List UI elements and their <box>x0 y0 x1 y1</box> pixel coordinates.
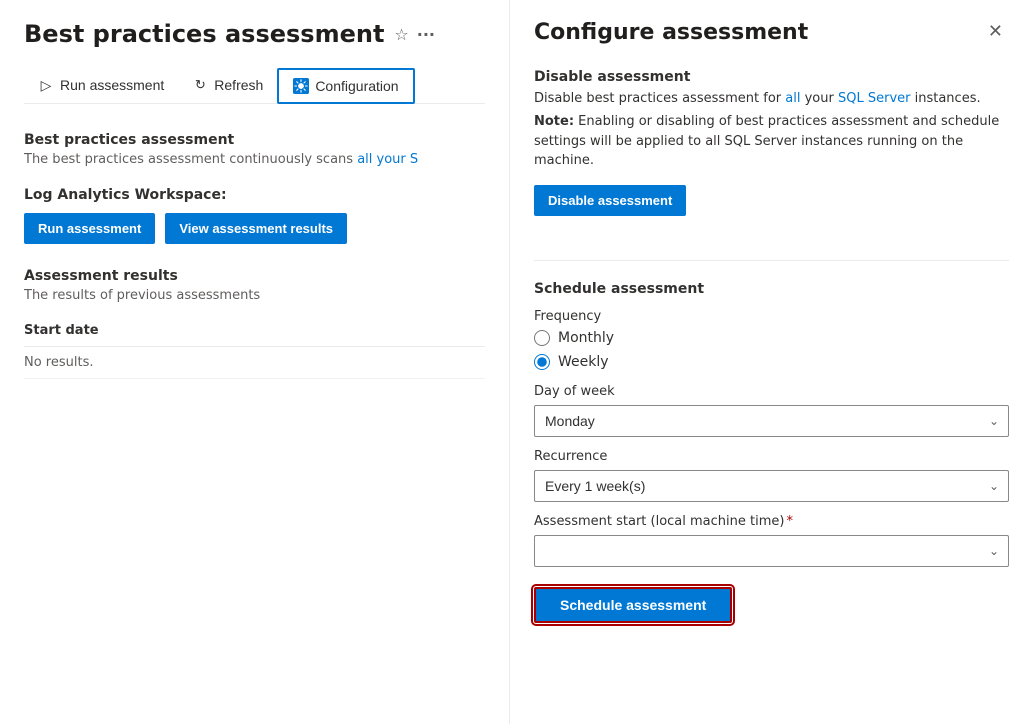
run-assessment-button[interactable]: Run assessment <box>24 213 155 244</box>
required-indicator: * <box>786 514 793 529</box>
configuration-toolbar-label: Configuration <box>315 78 398 94</box>
results-title: Assessment results <box>24 268 485 284</box>
refresh-toolbar-label: Refresh <box>214 77 263 93</box>
day-of-week-select[interactable]: Monday Tuesday Wednesday Thursday Friday… <box>534 405 1009 437</box>
best-practices-title: Best practices assessment <box>24 132 485 148</box>
recurrence-select[interactable]: Every 1 week(s) Every 2 week(s) Every 3 … <box>534 470 1009 502</box>
run-assessment-toolbar-button[interactable]: ▷ Run assessment <box>24 69 178 103</box>
frequency-label: Frequency <box>534 309 1009 324</box>
action-buttons: Run assessment View assessment results <box>24 213 485 244</box>
schedule-section: Schedule assessment Frequency Monthly We… <box>534 281 1009 623</box>
recurrence-label: Recurrence <box>534 449 1009 464</box>
results-desc: The results of previous assessments <box>24 288 485 303</box>
toolbar: ▷ Run assessment ↻ Refresh Configuration <box>24 68 485 104</box>
run-assessment-toolbar-label: Run assessment <box>60 77 164 93</box>
play-icon: ▷ <box>38 77 54 93</box>
best-practices-desc: The best practices assessment continuous… <box>24 152 485 167</box>
page-title-row: Best practices assessment ☆ ··· <box>24 20 485 48</box>
log-analytics-label: Log Analytics Workspace: <box>24 187 485 203</box>
left-panel: Best practices assessment ☆ ··· ▷ Run as… <box>0 0 510 724</box>
day-of-week-select-wrapper: Monday Tuesday Wednesday Thursday Friday… <box>534 405 1009 437</box>
day-of-week-label: Day of week <box>534 384 1009 399</box>
star-icon[interactable]: ☆ <box>394 25 408 44</box>
frequency-monthly-radio[interactable] <box>534 330 550 346</box>
assessment-start-select-wrapper: ⌄ <box>534 535 1009 567</box>
page-title-text: Best practices assessment <box>24 20 384 48</box>
configuration-toolbar-button[interactable]: Configuration <box>277 68 414 104</box>
ellipsis-icon[interactable]: ··· <box>417 25 435 44</box>
disable-section-desc: Disable best practices assessment for al… <box>534 91 1009 106</box>
frequency-weekly-label: Weekly <box>558 354 609 370</box>
configuration-icon <box>293 78 309 94</box>
schedule-assessment-button[interactable]: Schedule assessment <box>534 587 732 623</box>
right-panel: Configure assessment ✕ Disable assessmen… <box>510 0 1033 724</box>
best-practices-section: Best practices assessment The best pract… <box>24 132 485 167</box>
refresh-icon: ↻ <box>192 77 208 93</box>
panel-header: Configure assessment ✕ <box>534 20 1009 45</box>
disable-assessment-button[interactable]: Disable assessment <box>534 185 686 216</box>
disable-section: Disable assessment Disable best practice… <box>534 69 1009 240</box>
frequency-radio-group: Monthly Weekly <box>534 330 1009 370</box>
recurrence-select-wrapper: Every 1 week(s) Every 2 week(s) Every 3 … <box>534 470 1009 502</box>
results-section: Assessment results The results of previo… <box>24 268 485 379</box>
schedule-section-title: Schedule assessment <box>534 281 1009 297</box>
frequency-monthly-label: Monthly <box>558 330 614 346</box>
frequency-monthly-option[interactable]: Monthly <box>534 330 1009 346</box>
view-assessment-results-button[interactable]: View assessment results <box>165 213 347 244</box>
refresh-toolbar-button[interactable]: ↻ Refresh <box>178 69 277 103</box>
results-table-header: Start date <box>24 315 485 347</box>
disable-note: Note: Enabling or disabling of best prac… <box>534 112 1009 171</box>
assessment-start-select[interactable] <box>534 535 1009 567</box>
frequency-weekly-radio[interactable] <box>534 354 550 370</box>
results-no-results: No results. <box>24 347 485 379</box>
page-title-icons: ☆ ··· <box>394 25 435 44</box>
section-divider <box>534 260 1009 261</box>
close-panel-button[interactable]: ✕ <box>982 20 1009 42</box>
frequency-weekly-option[interactable]: Weekly <box>534 354 1009 370</box>
schedule-button-wrapper: Schedule assessment <box>534 587 1009 623</box>
panel-title: Configure assessment <box>534 20 808 45</box>
assessment-start-label: Assessment start (local machine time)* <box>534 514 1009 529</box>
disable-section-title: Disable assessment <box>534 69 1009 85</box>
